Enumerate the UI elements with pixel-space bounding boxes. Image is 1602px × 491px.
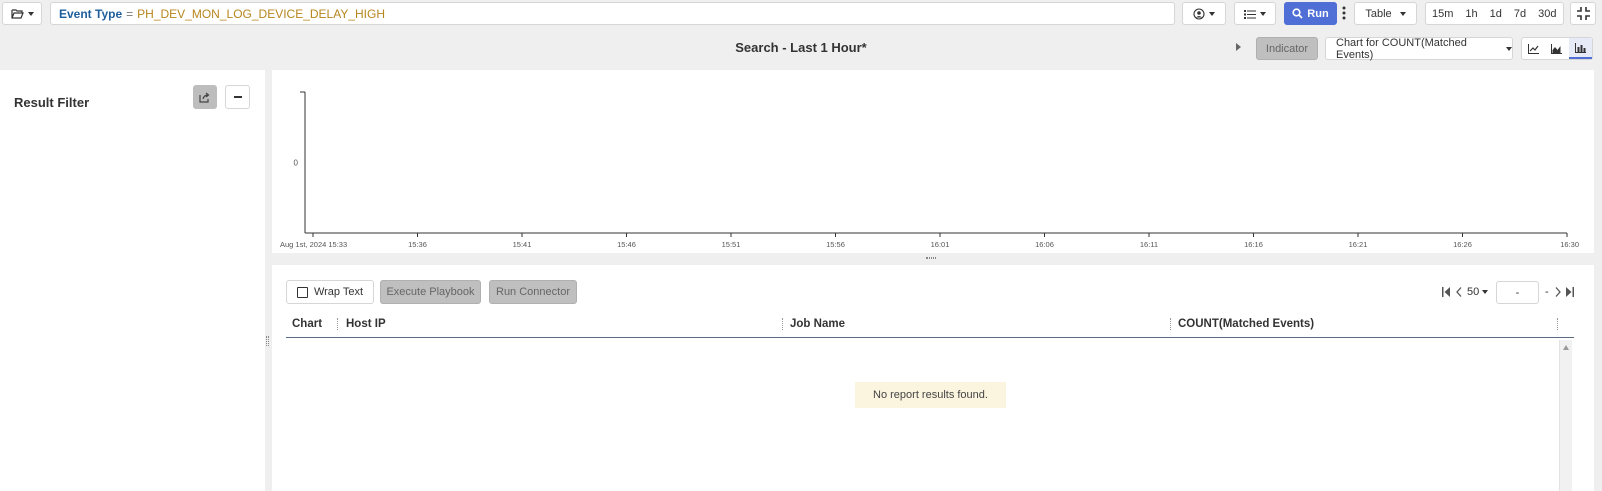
chevron-down-icon bbox=[1506, 46, 1512, 51]
search-query-input[interactable]: Event Type = PH_DEV_MON_LOG_DEVICE_DELAY… bbox=[50, 2, 1175, 25]
user-circle-icon bbox=[1193, 7, 1205, 20]
chevron-down-icon bbox=[1399, 11, 1406, 16]
page-total: - bbox=[1545, 286, 1549, 298]
page-number-input[interactable]: - bbox=[1496, 281, 1539, 304]
time-range-30d[interactable]: 30d bbox=[1532, 3, 1562, 24]
view-type-select[interactable]: Table bbox=[1354, 2, 1417, 25]
export-button[interactable] bbox=[193, 85, 217, 109]
search-icon bbox=[1292, 8, 1303, 19]
column-header-chart[interactable]: Chart bbox=[292, 318, 322, 330]
minus-icon bbox=[233, 96, 242, 98]
x-tick-label: 15:56 bbox=[826, 240, 845, 249]
chart-metric-value: Chart for COUNT(Matched Events) bbox=[1336, 36, 1467, 61]
run-button[interactable]: Run bbox=[1284, 2, 1337, 25]
folder-menu-button[interactable] bbox=[2, 2, 42, 25]
folder-open-icon bbox=[10, 9, 24, 19]
x-tick-label: 15:41 bbox=[512, 240, 532, 249]
table-header-border bbox=[286, 337, 1574, 338]
wrap-text-label: Wrap Text bbox=[313, 286, 364, 298]
page-size-select[interactable]: 50 bbox=[1467, 285, 1491, 299]
chevron-down-icon bbox=[1209, 11, 1215, 16]
time-range-1h[interactable]: 1h bbox=[1459, 3, 1483, 24]
result-filter-panel: Result Filter bbox=[0, 70, 265, 491]
column-divider[interactable] bbox=[782, 318, 783, 330]
x-tick-label: 16:01 bbox=[930, 240, 950, 249]
run-label: Run bbox=[1307, 7, 1329, 20]
column-divider[interactable] bbox=[1557, 318, 1558, 330]
list-icon bbox=[1244, 9, 1256, 19]
execute-playbook-label: Execute Playbook bbox=[386, 286, 475, 298]
chevron-down-icon bbox=[1482, 290, 1489, 294]
chart-type-group bbox=[1521, 37, 1593, 60]
time-range-1d[interactable]: 1d bbox=[1484, 3, 1508, 24]
chart-resize-handle[interactable] bbox=[926, 257, 936, 259]
more-options-icon[interactable] bbox=[1342, 6, 1348, 22]
time-range-15m[interactable]: 15m bbox=[1426, 3, 1459, 24]
column-header-host-ip[interactable]: Host IP bbox=[346, 318, 386, 330]
column-header-count[interactable]: COUNT(Matched Events) bbox=[1178, 318, 1314, 330]
y-tick-label: 0 bbox=[294, 159, 299, 168]
last-page-icon[interactable] bbox=[1566, 287, 1574, 297]
column-divider[interactable] bbox=[337, 318, 338, 330]
checkbox-icon bbox=[296, 286, 308, 298]
collapse-button[interactable] bbox=[1570, 2, 1596, 25]
indicator-button[interactable]: Indicator bbox=[1256, 37, 1318, 60]
wrap-text-button[interactable]: Wrap Text bbox=[286, 280, 374, 304]
empty-results-text: No report results found. bbox=[873, 389, 988, 401]
x-tick-label: 15:51 bbox=[721, 240, 741, 249]
area-chart-icon[interactable] bbox=[1545, 38, 1568, 59]
result-filter-title: Result Filter bbox=[14, 95, 90, 110]
search-operator: = bbox=[126, 6, 134, 21]
x-tick-label: 16:26 bbox=[1453, 240, 1472, 249]
bar-chart-icon[interactable] bbox=[1568, 38, 1592, 59]
chart-panel: 0 bbox=[272, 70, 1594, 253]
x-tick-label: Aug 1st, 2024 15:33 bbox=[280, 240, 348, 249]
prev-page-icon[interactable] bbox=[1456, 287, 1462, 297]
x-tick-label: 16:11 bbox=[1139, 240, 1159, 249]
list-menu-button[interactable] bbox=[1234, 2, 1276, 25]
column-divider[interactable] bbox=[1170, 318, 1171, 330]
run-connector-button[interactable]: Run Connector bbox=[489, 280, 577, 304]
event-chart: 0 bbox=[294, 91, 1568, 237]
share-icon bbox=[199, 92, 210, 103]
chevron-down-icon bbox=[27, 11, 34, 16]
time-range-7d[interactable]: 7d bbox=[1508, 3, 1532, 24]
page-number-value: - bbox=[1515, 286, 1520, 299]
column-header-job-name[interactable]: Job Name bbox=[790, 318, 845, 330]
chevron-down-icon bbox=[1260, 11, 1266, 16]
table-scrollbar[interactable] bbox=[1559, 340, 1572, 491]
chart-metric-select[interactable]: Chart for COUNT(Matched Events) bbox=[1325, 36, 1513, 61]
first-page-icon[interactable] bbox=[1442, 287, 1450, 297]
x-tick-label: 15:36 bbox=[408, 240, 427, 249]
expand-triangle-icon[interactable] bbox=[1236, 43, 1241, 51]
search-value: PH_DEV_MON_LOG_DEVICE_DELAY_HIGH bbox=[137, 6, 386, 21]
execute-playbook-button[interactable]: Execute Playbook bbox=[380, 280, 481, 304]
x-tick-label: 16:06 bbox=[1035, 240, 1054, 249]
view-type-value: Table bbox=[1365, 7, 1392, 20]
scroll-up-arrow-icon[interactable] bbox=[1563, 345, 1569, 350]
time-range-group: 15m 1h 1d 7d 30d bbox=[1425, 2, 1564, 25]
line-chart-icon[interactable] bbox=[1522, 38, 1545, 59]
page-size-value: 50 bbox=[1467, 286, 1480, 298]
x-tick-label: 16:21 bbox=[1348, 240, 1368, 249]
empty-results-message: No report results found. bbox=[855, 382, 1006, 408]
x-tick-label: 15:46 bbox=[617, 240, 636, 249]
run-connector-label: Run Connector bbox=[496, 286, 570, 298]
search-key: Event Type bbox=[59, 6, 123, 21]
x-tick-label: 16:30 bbox=[1560, 240, 1579, 249]
indicator-label: Indicator bbox=[1265, 42, 1309, 55]
x-tick-label: 16:16 bbox=[1244, 240, 1263, 249]
next-page-icon[interactable] bbox=[1555, 287, 1561, 297]
compress-icon bbox=[1576, 7, 1590, 20]
user-menu-button[interactable] bbox=[1182, 2, 1226, 25]
panel-resize-handle[interactable] bbox=[266, 336, 269, 346]
collapse-filter-button[interactable] bbox=[225, 85, 250, 109]
